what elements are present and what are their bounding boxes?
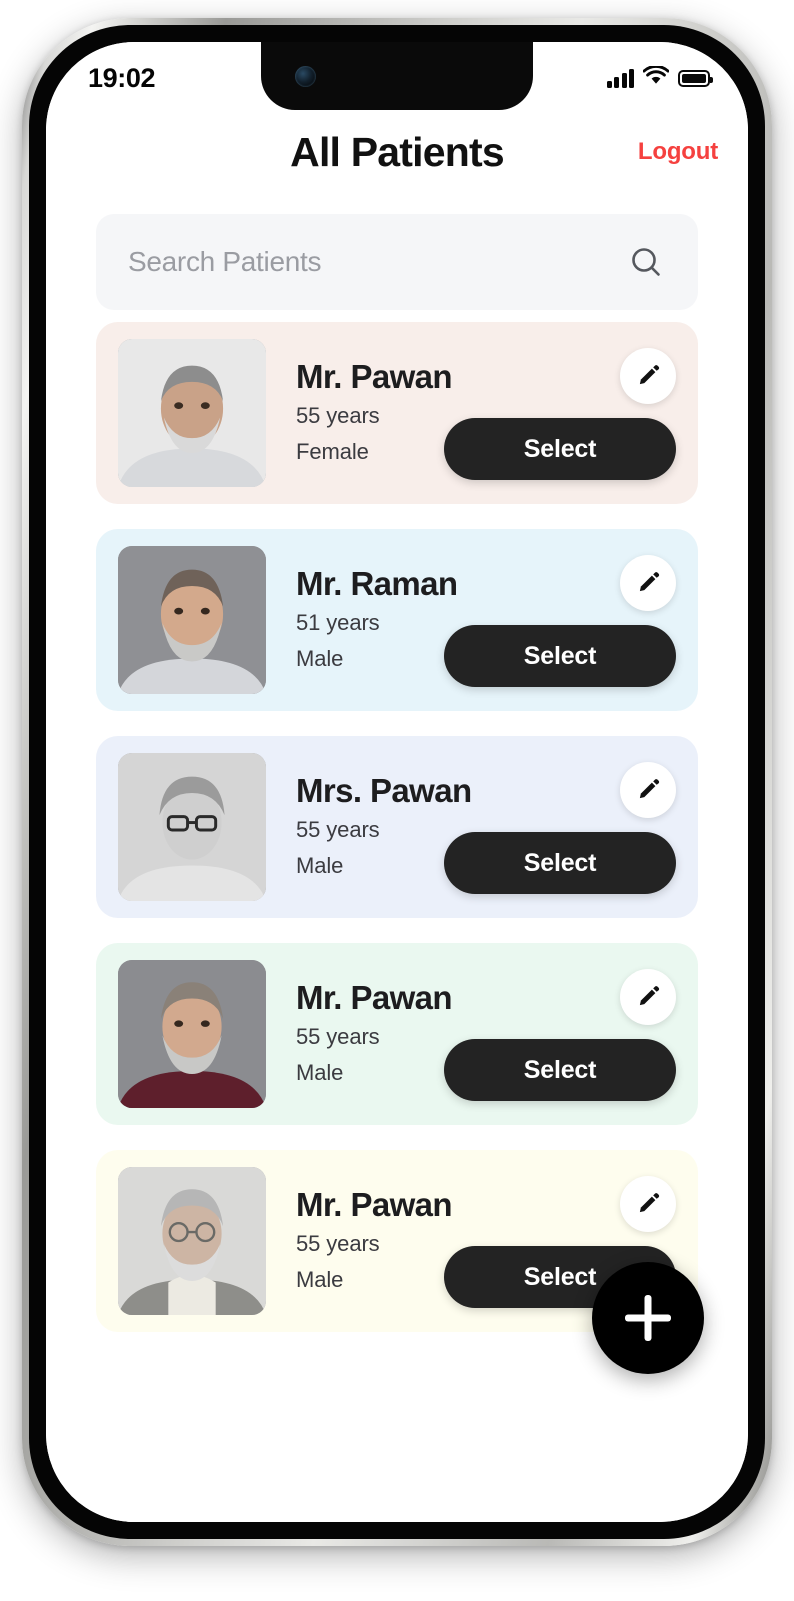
phone-screen: 19:02 All Patients Logout Search Patient… (46, 42, 748, 1522)
logout-button[interactable]: Logout (638, 138, 718, 166)
avatar (118, 1167, 266, 1315)
search-section (46, 194, 748, 310)
phone-bezel: 19:02 All Patients Logout Search Patient… (29, 25, 765, 1539)
edit-patient-button[interactable] (620, 969, 676, 1025)
status-time: 19:02 (88, 62, 156, 93)
search-bar[interactable] (96, 214, 698, 310)
select-patient-button[interactable]: Select (444, 832, 676, 894)
patient-card[interactable]: Mr. Pawan 55 years Female Select (96, 322, 698, 504)
patient-card[interactable]: Mr. Pawan 55 years Male Select (96, 943, 698, 1125)
edit-patient-button[interactable] (620, 1176, 676, 1232)
patient-card[interactable]: Mr. Raman 51 years Male Select (96, 529, 698, 711)
status-bar: 19:02 (46, 42, 748, 110)
patient-name: Mr. Raman (296, 565, 458, 603)
phone-frame: 19:02 All Patients Logout Search Patient… (22, 18, 772, 1546)
select-patient-button[interactable]: Select (444, 625, 676, 687)
add-patient-fab[interactable] (592, 1262, 704, 1374)
edit-patient-button[interactable] (620, 555, 676, 611)
edit-patient-button[interactable] (620, 762, 676, 818)
page-title: All Patients (290, 128, 504, 175)
patient-card[interactable]: Mrs. Pawan 55 years Male Select (96, 736, 698, 918)
avatar (118, 960, 266, 1108)
patient-name: Mr. Pawan (296, 358, 453, 396)
select-patient-button[interactable]: Select (444, 1039, 676, 1101)
screenshot-stage: 19:02 All Patients Logout Search Patient… (0, 0, 794, 1601)
avatar (118, 546, 266, 694)
cellular-signal-icon (606, 68, 634, 88)
avatar (118, 339, 266, 487)
status-icons (606, 64, 713, 91)
battery-full-icon (678, 69, 713, 87)
patient-name: Mr. Pawan (296, 979, 453, 1017)
search-icon[interactable] (626, 242, 666, 282)
edit-patient-button[interactable] (620, 348, 676, 404)
search-input[interactable] (128, 246, 626, 278)
avatar (118, 753, 266, 901)
app-header: All Patients Logout (46, 110, 748, 194)
app-root: 19:02 All Patients Logout Search Patient… (46, 42, 748, 1522)
patient-name: Mrs. Pawan (296, 772, 472, 810)
select-patient-button[interactable]: Select (444, 418, 676, 480)
patient-name: Mr. Pawan (296, 1186, 453, 1224)
wifi-icon (642, 64, 670, 91)
plus-icon (625, 1295, 671, 1341)
